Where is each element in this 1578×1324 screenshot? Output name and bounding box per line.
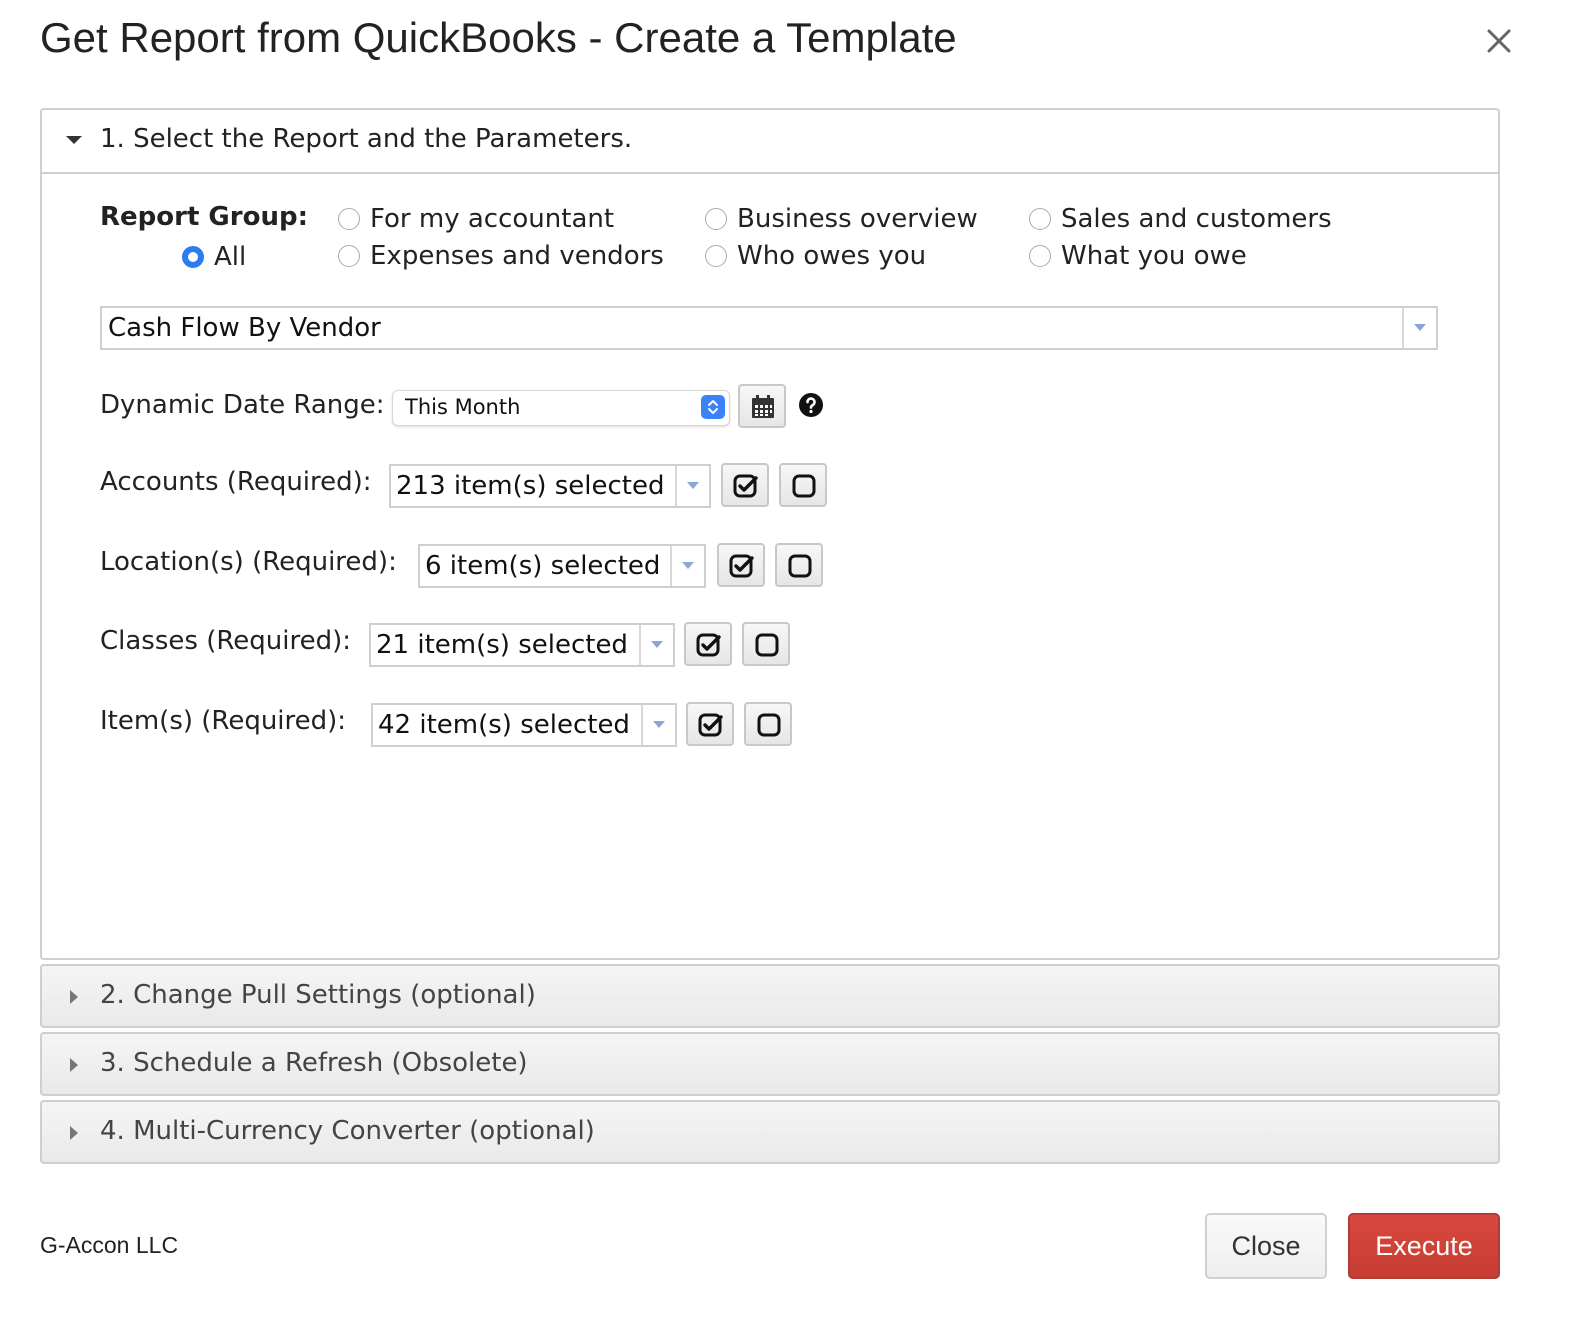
items-label: Item(s) (Required):	[100, 706, 347, 736]
dropdown-button[interactable]	[639, 625, 673, 665]
locations-value: 6 item(s) selected	[425, 551, 661, 581]
expand-arrow-icon	[70, 990, 78, 1004]
chevron-down-icon	[651, 641, 663, 648]
accounts-select[interactable]: 213 item(s) selected	[389, 464, 711, 508]
radio-dot	[1029, 245, 1051, 267]
check-square-icon	[733, 474, 758, 498]
radio-label: Business overview	[737, 204, 978, 234]
locations-select[interactable]: 6 item(s) selected	[418, 544, 706, 588]
calendar-button[interactable]	[738, 384, 786, 428]
section-header-1[interactable]: 1. Select the Report and the Parameters.	[42, 110, 1498, 174]
radio-label: Sales and customers	[1061, 204, 1332, 234]
date-range-label: Dynamic Date Range:	[100, 390, 385, 420]
radio-dot	[705, 208, 727, 230]
expand-arrow-icon	[66, 136, 82, 144]
radio-label: Who owes you	[737, 241, 927, 271]
radio-business-overview[interactable]: Business overview	[705, 204, 978, 234]
accounts-select-all-button[interactable]	[721, 463, 769, 507]
dropdown-button[interactable]	[641, 705, 675, 745]
calendar-icon	[752, 395, 774, 418]
date-range-value: This Month	[405, 395, 521, 419]
section-title: 1. Select the Report and the Parameters.	[100, 124, 633, 154]
section-pull-settings[interactable]: 2. Change Pull Settings (optional)	[40, 964, 1500, 1028]
help-icon[interactable]	[798, 392, 824, 422]
date-range-select[interactable]: This Month	[392, 390, 730, 426]
dialog-title: Get Report from QuickBooks - Create a Te…	[40, 14, 957, 61]
report-select-value: Cash Flow By Vendor	[108, 313, 381, 343]
radio-dot	[338, 245, 360, 267]
accounts-label: Accounts (Required):	[100, 467, 372, 497]
expand-arrow-icon	[70, 1126, 78, 1140]
accounts-value: 213 item(s) selected	[396, 471, 665, 501]
radio-dot	[182, 246, 204, 268]
check-square-icon	[729, 554, 754, 578]
execute-button[interactable]: Execute	[1348, 1213, 1500, 1279]
classes-clear-button[interactable]	[742, 622, 790, 666]
report-group-label: Report Group:	[100, 202, 308, 232]
dropdown-button[interactable]	[670, 546, 704, 586]
items-clear-button[interactable]	[744, 702, 792, 746]
radio-label: What you owe	[1061, 241, 1247, 271]
locations-select-all-button[interactable]	[717, 543, 765, 587]
empty-square-icon	[788, 554, 812, 578]
items-value: 42 item(s) selected	[378, 710, 630, 740]
select-stepper-icon	[701, 395, 725, 419]
section-multi-currency[interactable]: 4. Multi-Currency Converter (optional)	[40, 1100, 1500, 1164]
close-button[interactable]: Close	[1205, 1213, 1327, 1279]
radio-dot	[338, 208, 360, 230]
radio-label: All	[214, 242, 247, 272]
section-select-report: 1. Select the Report and the Parameters.…	[40, 108, 1500, 960]
radio-what-you-owe[interactable]: What you owe	[1029, 241, 1247, 271]
radio-for-my-accountant[interactable]: For my accountant	[338, 204, 614, 234]
items-select-all-button[interactable]	[686, 702, 734, 746]
chevron-down-icon	[687, 482, 699, 489]
locations-clear-button[interactable]	[775, 543, 823, 587]
chevron-down-icon	[682, 562, 694, 569]
classes-select-all-button[interactable]	[684, 622, 732, 666]
empty-square-icon	[792, 474, 816, 498]
expand-arrow-icon	[70, 1058, 78, 1072]
items-select[interactable]: 42 item(s) selected	[371, 703, 677, 747]
section-title: 4. Multi-Currency Converter (optional)	[100, 1116, 595, 1146]
empty-square-icon	[757, 713, 781, 737]
section-schedule-refresh[interactable]: 3. Schedule a Refresh (Obsolete)	[40, 1032, 1500, 1096]
radio-label: Expenses and vendors	[370, 241, 664, 271]
accounts-clear-button[interactable]	[779, 463, 827, 507]
classes-select[interactable]: 21 item(s) selected	[369, 623, 675, 667]
chevron-down-icon	[653, 721, 665, 728]
radio-dot	[705, 245, 727, 267]
radio-who-owes-you[interactable]: Who owes you	[705, 241, 926, 271]
chevron-down-icon	[1414, 324, 1426, 331]
section-title: 3. Schedule a Refresh (Obsolete)	[100, 1048, 528, 1078]
locations-label: Location(s) (Required):	[100, 547, 397, 577]
radio-all[interactable]: All	[182, 242, 246, 272]
dropdown-button[interactable]	[1402, 308, 1436, 348]
check-square-icon	[696, 633, 721, 657]
company-name: G-Accon LLC	[40, 1232, 179, 1258]
radio-label: For my accountant	[370, 204, 615, 234]
report-select[interactable]: Cash Flow By Vendor	[100, 306, 1438, 350]
classes-label: Classes (Required):	[100, 626, 351, 656]
dropdown-button[interactable]	[675, 466, 709, 506]
close-icon[interactable]	[1482, 24, 1516, 58]
section-title: 2. Change Pull Settings (optional)	[100, 980, 536, 1010]
radio-sales-and-customers[interactable]: Sales and customers	[1029, 204, 1332, 234]
radio-expenses-and-vendors[interactable]: Expenses and vendors	[338, 241, 664, 271]
radio-dot	[1029, 208, 1051, 230]
check-square-icon	[698, 713, 723, 737]
empty-square-icon	[755, 633, 779, 657]
classes-value: 21 item(s) selected	[376, 630, 628, 660]
